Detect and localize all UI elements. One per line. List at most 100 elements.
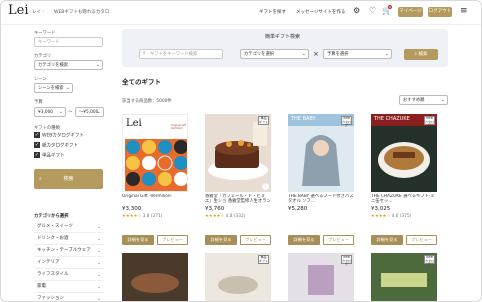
- chevron-down-icon: ⌄: [96, 260, 101, 266]
- product-image-chazuke[interactable]: THE CHAZUKE WEB カタログ: [371, 114, 437, 192]
- category-item-label: ファッション: [37, 296, 64, 301]
- web-catalog-tag: WEB カタログ: [424, 116, 435, 127]
- quick-search-input[interactable]: ⌕ ギフトをキーワード検索: [139, 49, 223, 59]
- chevron-down-icon: ⌄: [58, 109, 63, 115]
- sidebar-search-button[interactable]: ⌕ 検索: [34, 169, 103, 189]
- product-image-row2[interactable]: 単品 ギフト: [205, 253, 271, 301]
- category-select[interactable]: カテゴリを検索 ⌄: [34, 60, 103, 70]
- web-catalog-tag: WEB カタログ: [341, 116, 352, 127]
- price-max-value: ～¥5,000: [79, 110, 99, 115]
- gift-icon[interactable]: ⚙: [353, 7, 360, 15]
- keyword-input[interactable]: キーワード: [34, 37, 103, 47]
- star-icons: ★★★★☆: [371, 214, 391, 219]
- thumb-brand: THE CHAZUKE: [374, 116, 410, 122]
- chevron-down-icon: ⌄: [96, 236, 101, 242]
- menu-icon[interactable]: ≡: [460, 7, 468, 16]
- product-image-cake[interactable]: 単品 ギフト ♡: [205, 114, 271, 192]
- preview-button[interactable]: プレビュー: [406, 235, 437, 245]
- star-icons: ★★★★☆: [122, 214, 142, 219]
- price-min-value: ¥3,000: [38, 110, 54, 115]
- page: Lei - レイ - WEBギフトも贈れるカタロ ギフトを探す メッセージサイト…: [0, 0, 482, 302]
- thumb-brand: THE BABY: [291, 116, 316, 122]
- quick-search-button[interactable]: ⌕ 検索: [404, 49, 438, 60]
- product-title[interactable]: Original Gift -Vermilion-: [122, 194, 188, 204]
- heart-icon[interactable]: ♡: [369, 7, 376, 15]
- category-item-interior[interactable]: インテリア ⌄: [34, 257, 104, 269]
- detail-button[interactable]: 詳細を見る: [288, 235, 320, 245]
- sort-select[interactable]: おすすめ順 ⌄: [399, 95, 448, 105]
- preview-button[interactable]: プレビュー: [323, 235, 354, 245]
- checkbox-label: WEBカタログギフト: [42, 133, 84, 139]
- chevron-down-icon: ⌄: [96, 296, 101, 302]
- checkbox-web-catalog[interactable]: ✓ WEBカタログギフト: [34, 132, 84, 140]
- category-item-label: 家電: [37, 284, 46, 289]
- result-count: 該当する商品数：5000件: [122, 99, 172, 104]
- chevron-down-icon: ⌄: [65, 85, 70, 91]
- chevron-down-icon: ⌄: [96, 224, 101, 230]
- category-item-lifestyle[interactable]: ライフスタイル ⌄: [34, 269, 104, 281]
- logo[interactable]: Lei: [8, 3, 28, 18]
- price-max-select[interactable]: ～¥5,000 ⌄: [75, 107, 104, 117]
- checkbox-checked-icon: ✓: [34, 142, 40, 148]
- category-item-label: ドリンク・お酒: [37, 236, 69, 241]
- detail-button[interactable]: 詳細を見る: [371, 235, 403, 245]
- category-item-drink[interactable]: ドリンク・お酒 ⌄: [34, 233, 104, 245]
- detail-button[interactable]: 詳細を見る: [122, 235, 154, 245]
- logo-subtitle: - レイ -: [29, 10, 45, 15]
- category-item-label: グルメ・スイーツ: [37, 224, 73, 229]
- detail-button[interactable]: 詳細を見る: [205, 235, 237, 245]
- product-price: ¥3,300: [122, 206, 142, 212]
- header: Lei - レイ - WEBギフトも贈れるカタロ ギフトを探す メッセージサイト…: [1, 1, 481, 25]
- category-item-kitchen[interactable]: キッチン・テーブルウェア ⌄: [34, 245, 104, 257]
- product-image-lei[interactable]: Lei Original Gift Vermilion: [122, 114, 188, 192]
- cart-count-badge: 0: [388, 5, 392, 9]
- product-price: ¥5,280: [288, 206, 308, 212]
- sort-select-value: おすすめ順: [403, 98, 425, 103]
- mypage-button[interactable]: マイページ: [398, 7, 423, 17]
- checkbox-single-gift[interactable]: ✓ 単品ギフト: [34, 152, 65, 160]
- logout-button[interactable]: ログアウト: [428, 7, 452, 17]
- nav-find-gift[interactable]: ギフトを探す: [259, 9, 286, 15]
- quick-category-value: カテゴリを選択: [244, 52, 275, 57]
- heart-icon[interactable]: ♡: [262, 183, 269, 190]
- category-heading: カテゴリから選択: [34, 214, 69, 219]
- nav-message-site[interactable]: メッセージサイトを作る: [296, 9, 345, 15]
- product-price: ¥3,025: [371, 206, 391, 212]
- price-min-select[interactable]: ¥3,000 ⌄: [34, 107, 66, 117]
- product-price: ¥3,760: [205, 206, 225, 212]
- product-image-row2[interactable]: WEB カタログ: [288, 253, 354, 301]
- checkbox-label: 単品ギフト: [42, 153, 65, 159]
- web-catalog-tag: WEB カタログ: [424, 255, 435, 266]
- star-icons: ★★★★☆: [205, 214, 225, 219]
- pattern-image: [125, 139, 187, 191]
- product-title[interactable]: 香雅堂「カフェール・ド・ビミエ」生ショ 香雅堂監修人生オランジェ...: [205, 194, 271, 204]
- tagline: WEBギフトも贈れるカタロ: [54, 10, 110, 15]
- checkbox-checked-icon: ✓: [34, 132, 40, 138]
- quick-category-select[interactable]: カテゴリを選択 ⌄: [240, 49, 309, 59]
- scene-select[interactable]: シーンを検索 ⌄: [34, 83, 73, 93]
- product-rating: ★★★★☆ 4.8 (332): [205, 214, 245, 219]
- checkbox-paper-catalog[interactable]: ✓ 紙カタログギフト: [34, 142, 78, 150]
- chevron-down-icon: ⌄: [96, 248, 101, 254]
- quick-budget-select[interactable]: 予算を選択 ⌄: [323, 49, 392, 59]
- scene-label: シーン: [34, 77, 47, 82]
- product-image-baby[interactable]: THE BABY WEB カタログ: [288, 114, 354, 192]
- category-item-fashion[interactable]: ファッション ⌄: [34, 293, 104, 302]
- rating-count: 3.8 (271): [142, 214, 163, 219]
- scene-select-value: シーンを検索: [38, 86, 64, 91]
- category-item-label: ライフスタイル: [37, 272, 69, 277]
- price-separator: ～: [68, 110, 73, 115]
- product-image-row2[interactable]: [122, 253, 188, 301]
- page-title: 全てのギフト: [122, 78, 161, 86]
- search-icon: ⌕: [143, 51, 146, 56]
- product-image-row2[interactable]: WEB カタログ: [371, 253, 437, 301]
- preview-button[interactable]: プレビュー: [240, 235, 271, 245]
- chevron-down-icon: ⌄: [440, 97, 445, 103]
- chevron-down-icon: ⌄: [96, 272, 101, 278]
- category-item-appliance[interactable]: 家電 ⌄: [34, 281, 104, 293]
- quick-search-title: 簡単ギフト検索: [265, 34, 301, 40]
- product-title[interactable]: THE BABY 選べるフード付きバスタオル ソフ...: [288, 194, 354, 204]
- preview-button[interactable]: プレビュー: [157, 235, 188, 245]
- product-title[interactable]: THE CHAZUKE 選べるギフト-ミニ缶セッ...: [371, 194, 437, 204]
- category-item-gourmet[interactable]: グルメ・スイーツ ⌄: [34, 221, 104, 233]
